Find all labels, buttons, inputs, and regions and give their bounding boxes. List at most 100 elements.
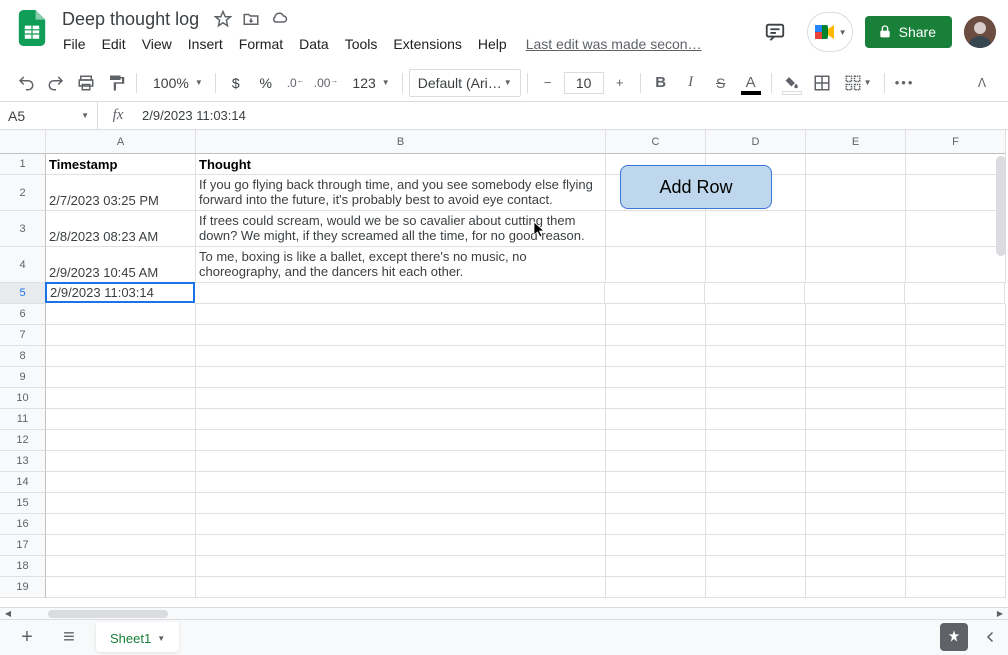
row-header[interactable]: 18 (0, 556, 46, 577)
empty-cell[interactable] (46, 325, 196, 346)
cloud-status-icon[interactable] (269, 9, 289, 29)
empty-cell[interactable] (706, 211, 806, 247)
empty-cell[interactable] (806, 211, 906, 247)
empty-cell[interactable] (806, 472, 906, 493)
empty-cell[interactable] (195, 283, 605, 304)
vertical-scrollbar[interactable] (996, 156, 1006, 256)
move-icon[interactable] (241, 9, 261, 29)
empty-cell[interactable] (46, 577, 196, 598)
empty-cell[interactable] (46, 514, 196, 535)
empty-cell[interactable] (46, 388, 196, 409)
row-header[interactable]: 1 (0, 154, 46, 175)
cell[interactable]: 2/9/2023 10:45 AM (46, 247, 196, 283)
empty-cell[interactable] (196, 535, 606, 556)
font-size-input[interactable]: 10 (564, 72, 604, 94)
empty-cell[interactable] (196, 430, 606, 451)
undo-button[interactable] (12, 69, 40, 97)
empty-cell[interactable] (46, 346, 196, 367)
empty-cell[interactable] (196, 493, 606, 514)
empty-cell[interactable] (806, 409, 906, 430)
row-header[interactable]: 5 (0, 283, 46, 304)
cell[interactable]: 2/7/2023 03:25 PM (46, 175, 196, 211)
empty-cell[interactable] (806, 175, 906, 211)
empty-cell[interactable] (806, 577, 906, 598)
merge-cells-button[interactable]: ▼ (838, 69, 878, 97)
empty-cell[interactable] (906, 367, 1006, 388)
empty-cell[interactable] (806, 430, 906, 451)
star-icon[interactable] (213, 9, 233, 29)
font-size-inc-button[interactable]: + (606, 69, 634, 97)
collapse-toolbar-button[interactable]: ᐱ (968, 69, 996, 97)
add-sheet-button[interactable]: + (12, 623, 42, 653)
column-header-f[interactable]: F (906, 130, 1006, 154)
empty-cell[interactable] (806, 325, 906, 346)
empty-cell[interactable] (906, 409, 1006, 430)
row-header[interactable]: 7 (0, 325, 46, 346)
more-toolbar-button[interactable]: ••• (891, 69, 919, 97)
empty-cell[interactable] (706, 472, 806, 493)
empty-cell[interactable] (806, 493, 906, 514)
row-header[interactable]: 10 (0, 388, 46, 409)
empty-cell[interactable] (196, 325, 606, 346)
empty-cell[interactable] (806, 247, 906, 283)
empty-cell[interactable] (706, 556, 806, 577)
menu-data[interactable]: Data (292, 32, 336, 56)
empty-cell[interactable] (196, 304, 606, 325)
spreadsheet-grid[interactable]: ABCDEF 1TimestampThought22/7/2023 03:25 … (0, 130, 1008, 607)
row-header[interactable]: 15 (0, 493, 46, 514)
empty-cell[interactable] (706, 409, 806, 430)
empty-cell[interactable] (606, 325, 706, 346)
explore-button[interactable] (940, 623, 968, 651)
comment-history-icon[interactable] (755, 12, 795, 52)
empty-cell[interactable] (906, 211, 1006, 247)
empty-cell[interactable] (906, 472, 1006, 493)
empty-cell[interactable] (196, 577, 606, 598)
column-header-a[interactable]: A (46, 130, 196, 154)
empty-cell[interactable] (606, 535, 706, 556)
sheet-tab-menu-icon[interactable]: ▼ (157, 634, 165, 643)
empty-cell[interactable] (906, 535, 1006, 556)
empty-cell[interactable] (606, 556, 706, 577)
empty-cell[interactable] (906, 304, 1006, 325)
empty-cell[interactable] (606, 430, 706, 451)
empty-cell[interactable] (196, 556, 606, 577)
empty-cell[interactable] (706, 247, 806, 283)
empty-cell[interactable] (606, 472, 706, 493)
empty-cell[interactable] (806, 154, 906, 175)
cell[interactable]: If you go flying back through time, and … (196, 175, 606, 211)
percent-button[interactable]: % (252, 69, 280, 97)
active-cell[interactable]: 2/9/2023 11:03:14 (45, 282, 195, 303)
empty-cell[interactable] (46, 535, 196, 556)
row-header[interactable]: 4 (0, 247, 46, 283)
row-header[interactable]: 8 (0, 346, 46, 367)
currency-button[interactable]: $ (222, 69, 250, 97)
menu-insert[interactable]: Insert (181, 32, 230, 56)
empty-cell[interactable] (706, 430, 806, 451)
add-row-button[interactable]: Add Row (620, 165, 772, 209)
formula-input[interactable]: 2/9/2023 11:03:14 (138, 108, 1008, 123)
empty-cell[interactable] (906, 493, 1006, 514)
empty-cell[interactable] (906, 514, 1006, 535)
empty-cell[interactable] (805, 283, 905, 304)
decrease-decimal-button[interactable]: .0← (282, 69, 310, 97)
column-header-c[interactable]: C (606, 130, 706, 154)
print-button[interactable] (72, 69, 100, 97)
empty-cell[interactable] (606, 211, 706, 247)
share-button[interactable]: Share (865, 16, 952, 48)
row-header[interactable]: 14 (0, 472, 46, 493)
empty-cell[interactable] (196, 367, 606, 388)
empty-cell[interactable] (806, 535, 906, 556)
menu-edit[interactable]: Edit (95, 32, 133, 56)
menu-help[interactable]: Help (471, 32, 514, 56)
borders-button[interactable] (808, 69, 836, 97)
cell[interactable]: If trees could scream, would we be so ca… (196, 211, 606, 247)
cell[interactable]: To me, boxing is like a ballet, except t… (196, 247, 606, 283)
select-all-corner[interactable] (0, 130, 46, 154)
sheets-logo[interactable] (12, 8, 52, 48)
empty-cell[interactable] (906, 388, 1006, 409)
empty-cell[interactable] (605, 283, 705, 304)
empty-cell[interactable] (706, 325, 806, 346)
font-size-dec-button[interactable]: − (534, 69, 562, 97)
row-header[interactable]: 3 (0, 211, 46, 247)
menu-extensions[interactable]: Extensions (386, 32, 468, 56)
